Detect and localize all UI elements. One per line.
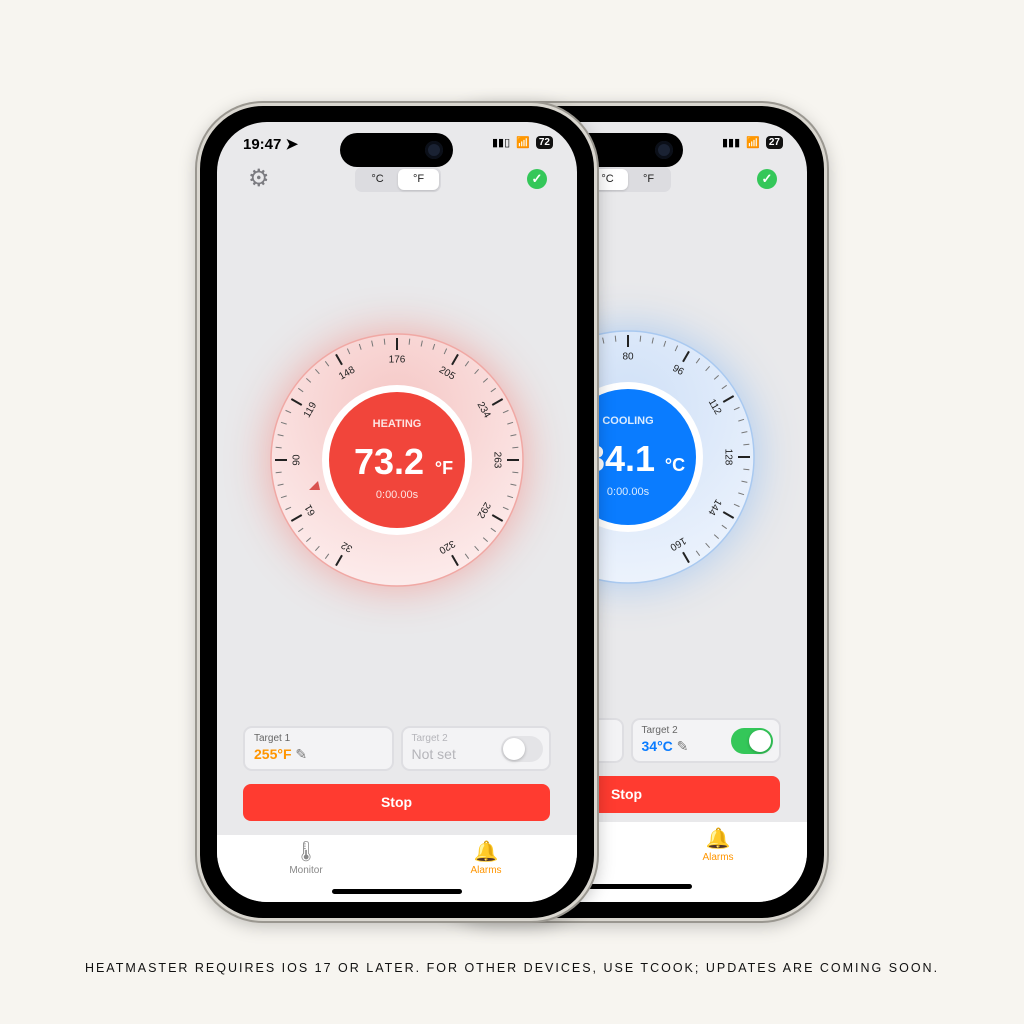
mode-label: COOLING	[602, 415, 653, 427]
location-arrow-icon: ➤	[285, 136, 299, 153]
dynamic-island	[340, 133, 453, 167]
target2-toggle[interactable]	[731, 728, 773, 754]
tab-monitor[interactable]: 🌡 Monitor	[266, 839, 346, 876]
connected-check-icon[interactable]: ✓	[527, 169, 547, 189]
tab-alarms[interactable]: 🔔 Alarms	[678, 826, 758, 863]
stop-button[interactable]: Stop	[243, 784, 550, 821]
caption: HEATMASTER REQUIRES IOS 17 OR LATER. FOR…	[84, 961, 940, 975]
front-phone: 19:47 ➤ ▮▮▯ 📶 72 ⚙ °C °F ✓ 32 61 90 119 148 1…	[197, 103, 597, 921]
minor-tick	[512, 446, 519, 449]
minor-tick	[275, 471, 282, 474]
unit-fahrenheit[interactable]: °F	[398, 169, 439, 190]
target2-card[interactable]: Target 2 Not set	[400, 726, 551, 771]
unit-toggle[interactable]: °C °F	[355, 167, 441, 192]
target2-value: 34°C	[641, 738, 673, 754]
battery-icon: 27	[765, 136, 783, 149]
wifi-icon: 📶	[746, 137, 760, 149]
battery-icon: 72	[535, 136, 553, 149]
status-time: 19:47 ➤	[243, 136, 299, 153]
signal-icon: ▮▮▮	[722, 137, 741, 149]
home-indicator	[332, 889, 462, 894]
bell-icon: 🔔	[705, 828, 731, 850]
camera-icon	[425, 141, 443, 159]
minor-tick	[408, 338, 411, 345]
minor-tick	[512, 471, 519, 474]
dial-label: 90	[292, 454, 303, 466]
tab-label: Alarms	[702, 852, 734, 863]
target2-card[interactable]: Target 2 34°C ✎	[630, 718, 781, 763]
pencil-icon[interactable]: ✎	[677, 738, 689, 754]
minor-tick	[743, 443, 750, 446]
minor-tick	[639, 335, 642, 342]
mode-label: HEATING	[373, 418, 422, 430]
minor-tick	[614, 335, 617, 342]
unit-toggle[interactable]: °C °F	[585, 167, 671, 192]
minor-tick	[743, 468, 750, 471]
minor-tick	[383, 338, 386, 345]
thermometer-sun-icon: 🌡	[293, 841, 319, 863]
current-temp: 73.2	[354, 441, 424, 482]
camera-icon	[655, 141, 673, 159]
dial-label: 128	[722, 449, 733, 466]
target1-card[interactable]: Target 1 255°F ✎	[243, 726, 394, 771]
front-screen: 19:47 ➤ ▮▮▯ 📶 72 ⚙ °C °F ✓ 32 61 90 119 148 1…	[217, 122, 577, 902]
connected-check-icon[interactable]: ✓	[757, 169, 777, 189]
wifi-icon: 📶	[516, 137, 530, 149]
dial-label: 263	[491, 452, 502, 469]
timer: 0:00.00s	[607, 486, 650, 498]
unit-celsius[interactable]: °C	[357, 169, 398, 190]
tab-bar: 🌡 Monitor 🔔 Alarms	[217, 835, 577, 902]
dial-label: 80	[622, 352, 634, 363]
tab-alarms[interactable]: 🔔 Alarms	[446, 839, 526, 876]
temp-unit: °C	[665, 455, 685, 475]
dial-label: 176	[389, 355, 406, 366]
temp-unit: °F	[435, 458, 453, 478]
tab-label: Alarms	[470, 865, 502, 876]
tab-label: Monitor	[289, 865, 323, 876]
minor-tick	[275, 446, 282, 449]
settings-gear-icon[interactable]: ⚙	[248, 167, 270, 191]
status-bar: ▮▮▯ 📶 72	[492, 136, 553, 149]
temperature-dial: 32 61 90 119 148 176 205 234 263 292 320 HEATING 73.…	[267, 330, 527, 590]
unit-fahrenheit[interactable]: °F	[628, 169, 669, 190]
status-bar: ▮▮▮ 📶 27	[722, 136, 783, 149]
signal-icon: ▮▮▯	[492, 137, 511, 149]
target1-label: Target 1	[254, 733, 291, 744]
pencil-icon[interactable]: ✎	[295, 746, 307, 762]
target2-toggle[interactable]	[501, 736, 543, 762]
target1-value: 255°F	[254, 746, 292, 762]
timer: 0:00.00s	[376, 489, 419, 501]
bell-icon: 🔔	[473, 841, 499, 863]
